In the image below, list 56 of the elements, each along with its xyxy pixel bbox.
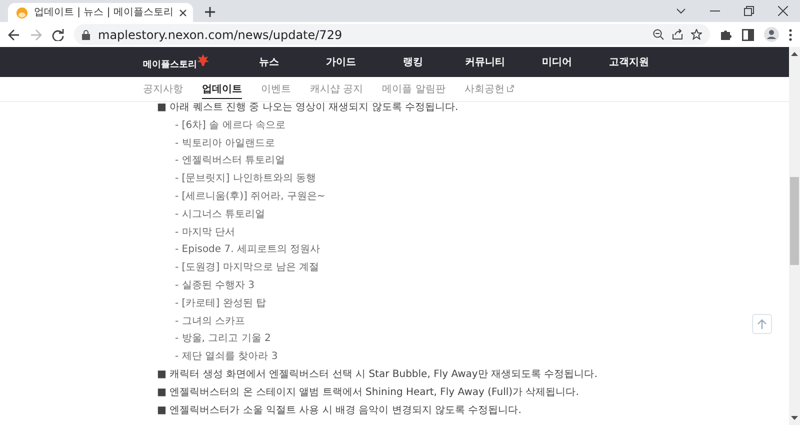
quest-item: - 빅토리아 아일랜드로: [174, 136, 275, 151]
restore-icon[interactable]: [744, 6, 754, 16]
nav-item[interactable]: 고객지원: [593, 55, 665, 69]
side-panel-icon[interactable]: [742, 28, 754, 40]
subnav-tab[interactable]: 사회공헌: [464, 80, 514, 98]
subnav-tab[interactable]: 이벤트: [261, 80, 291, 98]
zoom-icon[interactable]: [653, 29, 664, 40]
note-text: ■ 아래 퀘스트 진행 중 나오는 영상이 재생되지 않도록 수정됩니다.: [157, 102, 458, 115]
quest-item: - 실종된 수행자 3: [174, 278, 255, 293]
browser-tab[interactable]: 업데이트 | 뉴스 | 메이플스토리: [8, 3, 194, 22]
chevron-down-icon[interactable]: [676, 8, 686, 14]
maple-leaf-icon: [197, 54, 209, 66]
puzzle-icon[interactable]: [720, 28, 732, 40]
scrollbar-thumb[interactable]: [790, 177, 799, 265]
profile-icon[interactable]: [764, 27, 779, 42]
subnav-tab[interactable]: 캐시샵 공지: [310, 80, 364, 98]
subnav-tab[interactable]: 공지사항: [143, 80, 183, 98]
new-tab-icon[interactable]: [205, 7, 216, 17]
note-text: ■ 엔젤릭버스터의 온 스테이지 앨범 트랙에서 Shining Heart, Fly Away (Full)가 삭제됩니다.: [157, 386, 579, 400]
note-text: ■ 엔젤릭버스터가 소울 익절트 사용 시 배경 음악이 변경되지 않도록 수정됩니다.: [157, 404, 522, 418]
scroll-down-icon[interactable]: [791, 416, 798, 421]
note-text: ■ 캐릭터 생성 화면에서 엔젤릭버스터 선택 시 Star Bubble, Fly Away만 재생되도록 수정됩니다.: [157, 368, 598, 382]
share-icon[interactable]: [672, 29, 683, 40]
quest-item: - [도원경] 마지막으로 남은 계절: [174, 261, 320, 276]
quest-item: - [카로테] 완성된 탑: [174, 296, 266, 311]
menu-icon[interactable]: [789, 28, 792, 40]
subnav-tab[interactable]: 메이플 알림판: [382, 80, 446, 98]
reload-icon[interactable]: [52, 28, 64, 40]
quest-item: - 제단 열쇠를 찾아라 3: [174, 350, 278, 364]
quest-item: - 시그너스 튜토리얼: [174, 208, 265, 222]
minimize-icon[interactable]: [710, 10, 720, 12]
address-bar[interactable]: maplestory.nexon.com/news/update/729: [74, 24, 710, 45]
close-icon[interactable]: [179, 8, 188, 16]
up-arrow-icon: [757, 319, 767, 329]
quest-item: - 그녀의 스카프: [174, 314, 245, 329]
nav-item[interactable]: 커뮤니티: [449, 55, 521, 69]
nav-item[interactable]: 미디어: [521, 55, 593, 69]
quest-item: - [6차] 솔 에르다 속으로: [174, 118, 286, 133]
back-icon[interactable]: [8, 28, 20, 40]
subnav-tab[interactable]: 업데이트: [202, 80, 242, 98]
site-logo[interactable]: 메이플스토리: [143, 58, 197, 70]
quest-item: - [세르니움(후)] 쥐어라, 구원은~: [174, 190, 326, 204]
lock-icon: [82, 30, 90, 40]
quest-item: - [문브릿지] 나인하트와의 동행: [174, 172, 316, 186]
quest-item: - 엔젤릭버스터 튜토리얼: [174, 154, 285, 168]
external-link-icon: [507, 85, 514, 92]
star-icon[interactable]: [691, 29, 702, 40]
quest-item: - 방울, 그리고 기울 2: [174, 332, 271, 346]
nav-item[interactable]: 랭킹: [377, 55, 449, 69]
mushroom-icon: [16, 6, 28, 18]
quest-item: - 마지막 단서: [174, 226, 235, 240]
quest-item: - Episode 7. 세피로트의 정원사: [174, 243, 320, 258]
close-icon[interactable]: [778, 6, 788, 16]
nav-item[interactable]: 가이드: [305, 55, 377, 69]
nav-item[interactable]: 뉴스: [233, 55, 305, 69]
scroll-up-icon[interactable]: [791, 51, 798, 56]
